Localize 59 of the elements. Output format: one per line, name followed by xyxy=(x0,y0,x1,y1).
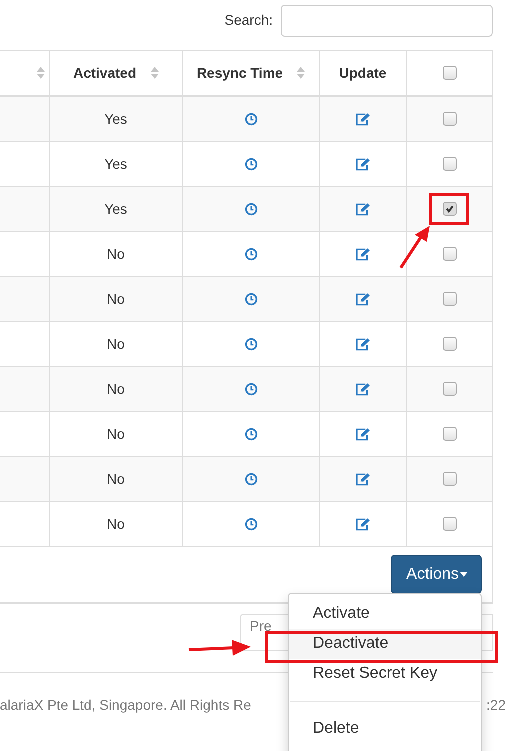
column-header[interactable]: Activated xyxy=(49,51,182,95)
caret-icon xyxy=(460,572,468,577)
actions-button[interactable]: Actions xyxy=(390,555,482,594)
clock-icon[interactable] xyxy=(244,472,258,486)
edit-icon[interactable] xyxy=(356,248,370,260)
clock-icon[interactable] xyxy=(244,112,258,126)
table-cell: No xyxy=(107,426,125,442)
edit-icon[interactable] xyxy=(356,112,370,126)
row-checkbox[interactable] xyxy=(442,247,456,261)
arrow xyxy=(398,224,432,270)
column-header[interactable]: Update xyxy=(319,51,406,95)
search-label: Search: xyxy=(224,11,273,30)
edit-icon[interactable] xyxy=(356,158,370,170)
menu-item[interactable]: Delete xyxy=(289,714,481,744)
edit-icon[interactable] xyxy=(356,428,370,440)
row-checkbox[interactable] xyxy=(442,427,456,441)
row-checkbox[interactable] xyxy=(442,472,456,486)
edit-icon[interactable] xyxy=(356,292,370,306)
select-all-checkbox[interactable] xyxy=(442,66,456,80)
row-checkbox[interactable] xyxy=(442,157,456,171)
footer-time: :22 xyxy=(486,697,506,713)
edit-icon[interactable] xyxy=(356,202,370,216)
column-header[interactable]: Resync Time xyxy=(182,51,319,95)
row-checkbox[interactable] xyxy=(442,112,456,126)
table-cell: Yes xyxy=(104,111,128,127)
table-cell: No xyxy=(107,291,125,307)
row-checkbox[interactable] xyxy=(442,382,456,396)
table-cell: No xyxy=(107,516,125,532)
table-cell: Yes xyxy=(104,156,128,172)
menu-item[interactable]: Activate xyxy=(289,599,481,629)
menu-item[interactable]: Reset Secret Key xyxy=(289,659,481,689)
table-cell: No xyxy=(107,471,125,487)
table-cell: No xyxy=(107,381,125,397)
row-checkbox[interactable] xyxy=(442,337,456,351)
edit-icon[interactable] xyxy=(356,518,370,530)
menu-item[interactable]: Deactivate xyxy=(289,629,481,659)
copyright-text: alariaX Pte Ltd, Singapore. All Rights Re xyxy=(0,697,252,713)
column-title: Resync Time xyxy=(196,65,284,81)
row-checkbox[interactable] xyxy=(442,292,456,306)
clock-icon[interactable] xyxy=(244,338,258,350)
clock-icon[interactable] xyxy=(244,158,258,170)
table-cell: Yes xyxy=(104,201,128,217)
table-cell: No xyxy=(107,246,125,262)
arrow xyxy=(188,638,252,658)
row-checkbox[interactable] xyxy=(442,517,456,531)
column-title: Update xyxy=(339,65,387,81)
clock-icon[interactable] xyxy=(244,382,258,396)
search-field[interactable] xyxy=(281,5,493,37)
column-title: Activated xyxy=(73,65,137,81)
clock-icon[interactable] xyxy=(244,518,258,530)
row-checkbox[interactable] xyxy=(442,202,456,216)
clock-icon[interactable] xyxy=(244,428,258,440)
table-cell: No xyxy=(107,336,125,352)
clock-icon[interactable] xyxy=(244,292,258,306)
edit-icon[interactable] xyxy=(356,472,370,486)
edit-icon[interactable] xyxy=(356,338,370,350)
clock-icon[interactable] xyxy=(244,202,258,216)
edit-icon[interactable] xyxy=(356,382,370,396)
clock-icon[interactable] xyxy=(244,248,258,260)
